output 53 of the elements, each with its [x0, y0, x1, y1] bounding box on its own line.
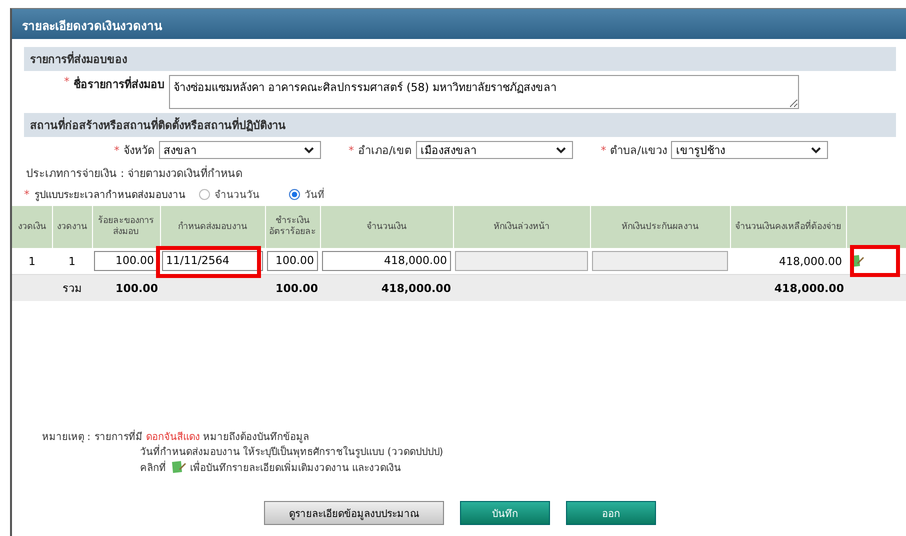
column-header: กำหนดส่งมอบงาน: [160, 206, 265, 248]
input-field[interactable]: 418,000.00: [322, 251, 451, 271]
column-header: จำนวนเงิน: [320, 206, 453, 248]
radio-label: วันที่: [304, 187, 324, 202]
input-field[interactable]: 100.00: [267, 251, 318, 271]
field-label: จังหวัด: [124, 143, 154, 159]
column-header: งวดงาน: [52, 206, 92, 248]
note-text: รายการที่มี ดอกจันสีแดง หมายถึงต้องบันทึกข้อมูล: [94, 429, 309, 444]
dropdown[interactable]: เขารูปช้าง: [670, 141, 828, 159]
note-label: หมายเหตุ :: [42, 431, 91, 444]
required-mark: *: [348, 144, 354, 156]
chevron-down-icon: [810, 146, 821, 154]
note-text: วันที่กำหนดส่งมอบงาน ให้ระบุปีเป็นพุทธศักราชในรูปแบบ (ววดดปปปป): [140, 444, 896, 459]
table-cell: 100.00: [265, 274, 320, 301]
column-header: ชำระเงินอัตราร้อยละ: [265, 206, 320, 248]
edit-icon: [170, 459, 186, 475]
input-field[interactable]: 100.00: [94, 251, 158, 271]
field-label: รูปแบบระยะเวลากำหนดส่งมอบงาน: [34, 188, 186, 202]
dropdown[interactable]: สงขลา: [158, 141, 320, 159]
radio-button[interactable]: [288, 189, 300, 200]
total-label: รวม: [52, 274, 92, 301]
input-field[interactable]: 11/11/2564: [162, 251, 263, 271]
dropdown[interactable]: เมืองสงขลา: [416, 141, 573, 159]
chevron-down-icon: [304, 146, 314, 154]
section-header: รายการที่ส่งมอบของ: [24, 47, 896, 71]
column-header: หักเงินประกันผลงาน: [590, 206, 730, 248]
field-label: ตำบล/แขวง: [610, 143, 667, 159]
section-header: สถานที่ก่อสร้างหรือสถานที่ติดตั้งหรือสถานที่ปฏิบัติงาน: [24, 113, 896, 137]
table-cell: 100.00: [92, 274, 160, 301]
required-mark: *: [114, 144, 120, 156]
table-cell: 418,000.00: [730, 274, 846, 301]
table-cell: 418,000.00: [779, 254, 842, 268]
chevron-down-icon: [556, 146, 566, 154]
payment-type-text: ประเภทการจ่ายเงิน : จ่ายตามงวดเงินที่กำหนด: [25, 164, 244, 182]
required-mark: *: [600, 144, 606, 156]
action-button[interactable]: บันทึก: [460, 501, 550, 525]
note-text: คลิกที่: [140, 460, 166, 474]
details-button[interactable]: ดูรายละเอียดข้อมูลงบประมาณ: [264, 501, 444, 525]
column-header: งวดเงิน: [12, 206, 52, 248]
column-header: จำนวนเงินคงเหลือที่ต้องจ่าย: [730, 206, 846, 248]
action-button[interactable]: ออก: [566, 501, 656, 525]
column-header: ร้อยละของการส่งมอบ: [92, 206, 160, 248]
field-label: ชื่อรายการที่ส่งมอบ: [74, 75, 164, 93]
radio-label: จำนวนวัน: [214, 188, 260, 202]
input-field[interactable]: จ้างซ่อมแซมหลังคา อาคารคณะศิลปกรรมศาสตร์ (58) มหาวิทยาลัยราชภัฏสงขลา: [168, 75, 798, 109]
radio-button[interactable]: [198, 189, 210, 200]
table-cell: 418,000.00: [320, 274, 453, 301]
field-label: อำเภอ/เขต: [358, 143, 412, 159]
window-title: รายละเอียดงวดเงินงวดงาน: [12, 9, 906, 39]
required-mark: *: [24, 188, 30, 201]
column-header: หักเงินล่วงหน้า: [453, 206, 590, 248]
note-text: เพื่อบันทึกรายละเอียดเพิ่มเติมงวดงาน และงวดเงิน: [190, 460, 402, 474]
required-mark: *: [64, 75, 70, 88]
